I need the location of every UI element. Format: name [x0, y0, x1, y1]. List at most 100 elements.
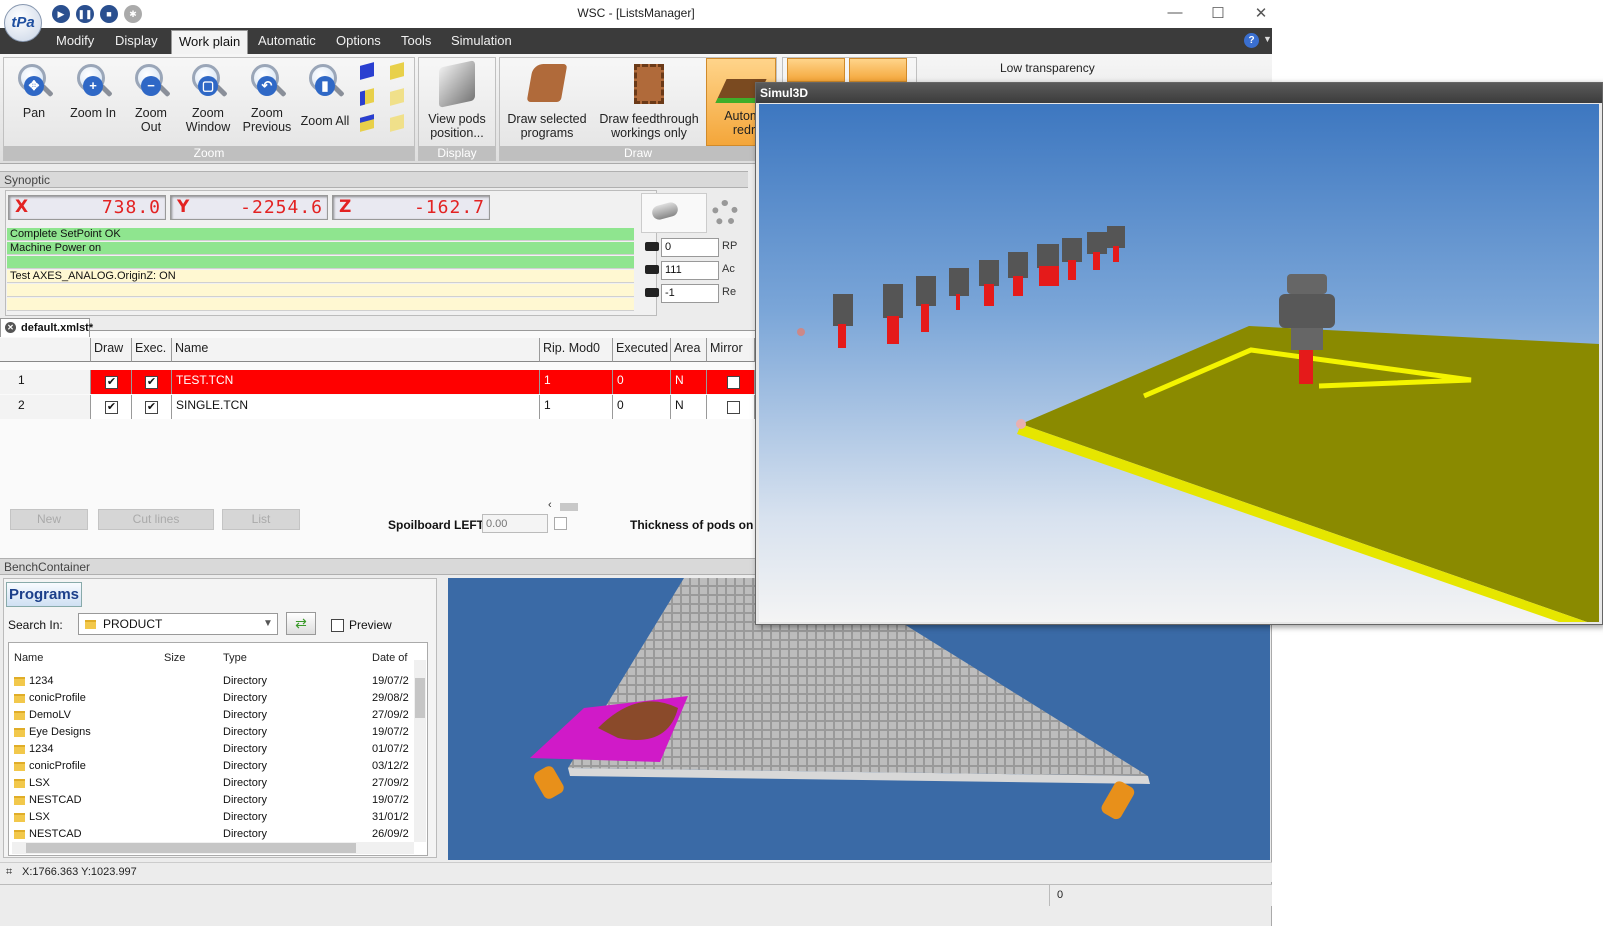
draw-feedthrough-button[interactable]: Draw feedthrough workings only	[596, 62, 702, 140]
rip-value: 1	[540, 370, 613, 394]
gear-icon[interactable]: ✱	[124, 5, 142, 23]
tab-label: default.xmlst*	[21, 322, 94, 334]
cut-lines-button[interactable]: Cut lines	[98, 509, 214, 530]
active-field[interactable]: 111	[661, 261, 719, 280]
list-item[interactable]: conicProfile Directory 29/08/2	[14, 692, 409, 708]
list-item[interactable]: LSX Directory 31/01/2	[14, 811, 409, 827]
tab-default-xmlst[interactable]: ✕ default.xmlst*	[0, 318, 94, 337]
column-header-exec[interactable]: Exec.	[132, 338, 172, 362]
file-column-name[interactable]: Name	[14, 652, 43, 664]
chevron-down-icon[interactable]: ▼	[1263, 34, 1272, 44]
column-header-area[interactable]: Area	[671, 338, 707, 362]
spoilboard-input[interactable]	[482, 514, 548, 533]
menu-tools[interactable]: Tools	[394, 28, 438, 54]
menu-modify[interactable]: Modify	[49, 28, 101, 54]
executed-value: 0	[613, 395, 671, 419]
list-item[interactable]: LSX Directory 27/09/2	[14, 777, 409, 793]
rpm-field[interactable]: 0	[661, 238, 719, 257]
low-transparency-label[interactable]: Low transparency	[1000, 61, 1095, 75]
file-type: Directory	[223, 794, 268, 806]
menu-display[interactable]: Display	[108, 28, 165, 54]
spindle-tab[interactable]	[641, 193, 707, 233]
scroll-left-icon[interactable]: ‹	[548, 499, 552, 511]
vertical-scroll-thumb[interactable]	[415, 678, 425, 718]
mirror-checkbox[interactable]	[727, 376, 740, 389]
list-item[interactable]: NESTCAD Directory 19/07/2	[14, 794, 409, 810]
draw-checkbox[interactable]: ✔	[105, 401, 118, 414]
view-front-icon[interactable]	[360, 88, 374, 106]
menu-automatic[interactable]: Automatic	[251, 28, 323, 54]
zoom-previous-button[interactable]: ↶ Zoom Previous	[238, 62, 296, 134]
list-item[interactable]: DemoLV Directory 27/09/2	[14, 709, 409, 725]
vertical-scrollbar[interactable]	[414, 660, 426, 842]
list-button[interactable]: List	[222, 509, 300, 530]
maximize-button[interactable]: ☐	[1203, 4, 1233, 22]
stop-icon[interactable]: ■	[100, 5, 118, 23]
file-column-date[interactable]: Date of	[372, 652, 407, 664]
menu-work-plain[interactable]: Work plain	[171, 30, 249, 54]
rest-field[interactable]: -1	[661, 284, 719, 303]
list-item[interactable]: conicProfile Directory 03/12/2	[14, 760, 409, 776]
play-icon[interactable]: ▶	[52, 5, 70, 23]
menu-options[interactable]: Options	[329, 28, 388, 54]
extra-button-2[interactable]	[849, 58, 907, 82]
view-iso-icon[interactable]	[390, 62, 404, 80]
simul3d-viewport[interactable]	[759, 104, 1599, 622]
pan-button[interactable]: ✥ Pan	[6, 62, 62, 120]
file-column-size[interactable]: Size	[164, 652, 185, 664]
column-header-name[interactable]: Name	[172, 338, 540, 362]
close-tab-icon[interactable]: ✕	[5, 322, 16, 333]
spoilboard-checkbox[interactable]	[554, 517, 567, 530]
column-header-draw[interactable]: Draw	[91, 338, 132, 362]
close-button[interactable]: ✕	[1246, 4, 1276, 22]
simul3d-window[interactable]: Simul3D	[755, 82, 1603, 625]
zoom-window-button[interactable]: ▢ Zoom Window	[180, 62, 236, 134]
menu-simulation[interactable]: Simulation	[444, 28, 519, 54]
extra-button-1[interactable]	[787, 58, 845, 82]
table-marker	[1016, 419, 1026, 429]
view-top-icon[interactable]	[360, 62, 374, 80]
pause-icon[interactable]: ❚❚	[76, 5, 94, 23]
exec-checkbox[interactable]: ✔	[145, 401, 158, 414]
programs-tab[interactable]: Programs	[6, 582, 82, 607]
table-row[interactable]: 1 ✔ ✔ TEST.TCN 1 0 N	[0, 370, 755, 394]
file-date: 01/07/2	[372, 743, 409, 755]
minimize-button[interactable]: —	[1160, 4, 1190, 21]
mirror-checkbox[interactable]	[727, 401, 740, 414]
mirror-cell	[707, 395, 755, 419]
draw-cell: ✔	[91, 395, 132, 419]
rip-value: 1	[540, 395, 613, 419]
draw-checkbox[interactable]: ✔	[105, 376, 118, 389]
app-logo[interactable]: tPa	[4, 4, 42, 42]
column-header-rip[interactable]: Rip. Mod0	[540, 338, 613, 362]
column-header-mirror[interactable]: Mirror	[707, 338, 755, 362]
view-pods-position-button[interactable]: View pods position...	[421, 60, 493, 140]
column-header-executed[interactable]: Executed	[613, 338, 671, 362]
view-side-icon[interactable]	[390, 88, 404, 106]
zoom-previous-label: Zoom Previous	[242, 106, 292, 134]
gears-icon[interactable]	[712, 200, 738, 226]
search-in-select[interactable]: PRODUCT ▼	[78, 613, 278, 635]
list-item[interactable]: 1234 Directory 01/07/2	[14, 743, 409, 759]
draw-selected-programs-button[interactable]: Draw selected programs	[504, 62, 590, 140]
horizontal-scrollbar[interactable]	[12, 842, 414, 854]
list-item[interactable]: 1234 Directory 19/07/2	[14, 675, 409, 691]
zoom-in-button[interactable]: + Zoom In	[64, 62, 122, 120]
preview-checkbox[interactable]	[331, 619, 344, 632]
refresh-button[interactable]: ⇄	[286, 612, 316, 635]
zoom-out-button[interactable]: − Zoom Out	[124, 62, 178, 134]
view-back-icon[interactable]	[390, 114, 404, 132]
view-bottom-icon[interactable]	[360, 114, 374, 132]
horizontal-scroll-thumb[interactable]	[560, 503, 578, 511]
folder-icon	[14, 694, 25, 703]
simul3d-title[interactable]: Simul3D	[756, 83, 1602, 103]
exec-checkbox[interactable]: ✔	[145, 376, 158, 389]
zoom-all-button[interactable]: ▮ Zoom All	[296, 62, 354, 128]
horizontal-scroll-thumb[interactable]	[26, 843, 356, 853]
file-column-type[interactable]: Type	[223, 652, 247, 664]
help-icon[interactable]: ?	[1244, 33, 1259, 48]
list-item[interactable]: Eye Designs Directory 19/07/2	[14, 726, 409, 742]
table-row[interactable]: 2 ✔ ✔ SINGLE.TCN 1 0 N	[0, 395, 755, 419]
new-button[interactable]: New	[10, 509, 88, 530]
folder-icon	[14, 711, 25, 720]
